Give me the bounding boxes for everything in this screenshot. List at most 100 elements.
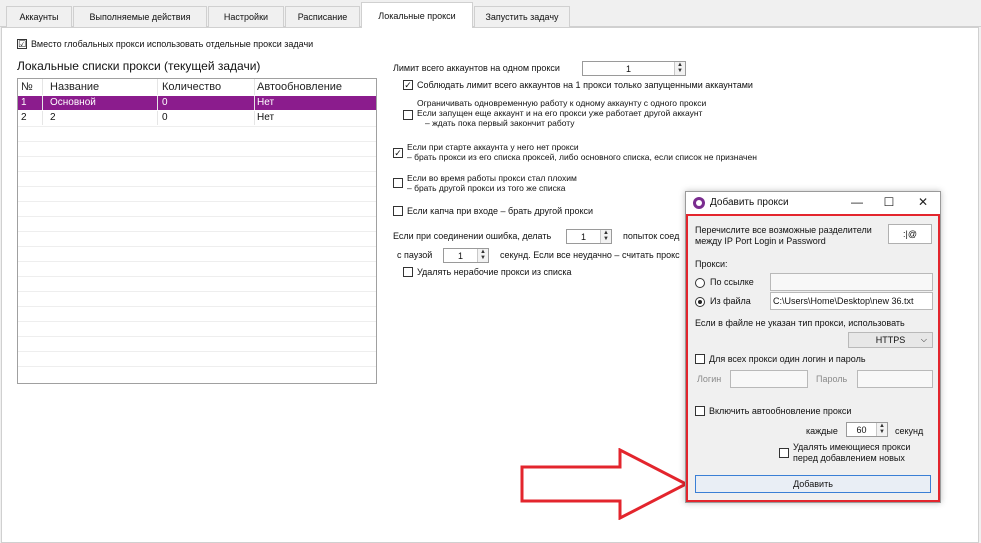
pause-value[interactable]: 1 xyxy=(444,251,477,261)
no-proxy-label: Если при старте аккаунта у него нет прок… xyxy=(407,142,757,162)
tab-accounts[interactable]: Аккаунты xyxy=(6,6,72,27)
grid-line xyxy=(18,141,376,142)
add-proxy-dialog: Добавить прокси — ☐ ✕ Перечислите все во… xyxy=(685,191,941,503)
captcha-checkbox[interactable] xyxy=(393,206,403,216)
interval-value[interactable]: 60 xyxy=(847,425,876,435)
proxy-type-label: Если в файле не указан тип прокси, испол… xyxy=(695,318,905,328)
password-input[interactable] xyxy=(857,370,933,388)
grid-line xyxy=(18,201,376,202)
cell-count: 0 xyxy=(159,96,255,110)
tab-actions[interactable]: Выполняемые действия xyxy=(73,6,207,27)
arrow-annotation-icon xyxy=(520,448,690,520)
list-title: Локальные списки прокси (текущей задачи) xyxy=(17,59,261,73)
grid-line xyxy=(18,306,376,307)
cell-name: Основной xyxy=(47,96,158,110)
proxy-type-value: HTTPS xyxy=(875,335,906,345)
restrict-line-2: Если запущен еще аккаунт и на его прокси… xyxy=(417,108,703,118)
minimize-icon[interactable]: — xyxy=(846,195,868,209)
proxies-label: Прокси: xyxy=(695,259,728,269)
bad-proxy-label: Если во время работы прокси стал плохим … xyxy=(407,173,577,193)
delete-existing-label: Удалять имеющиеся прокси перед добавлени… xyxy=(793,442,910,464)
bad-proxy-line-1: Если во время работы прокси стал плохим xyxy=(407,173,577,183)
col-header-autoupdate[interactable]: Автообновление xyxy=(254,79,376,95)
separators-input[interactable]: :|@ xyxy=(888,224,932,244)
col-header-name[interactable]: Название xyxy=(47,79,158,95)
pause-label: с паузой xyxy=(397,250,433,260)
respect-limit-label: Соблюдать лимит всего аккаунтов на 1 про… xyxy=(417,80,753,90)
table-row[interactable]: 2 2 0 Нет xyxy=(18,111,376,125)
delete-existing-line-2: перед добавлением новых xyxy=(793,453,905,463)
tab-settings[interactable]: Настройки xyxy=(208,6,284,27)
by-link-label: По ссылке xyxy=(710,277,754,287)
restrict-label: Ограничивать одновременную работу к одно… xyxy=(417,98,706,128)
delete-existing-checkbox[interactable] xyxy=(779,448,789,458)
by-link-radio[interactable] xyxy=(695,278,705,288)
restrict-checkbox[interactable] xyxy=(403,110,413,120)
file-path-input[interactable]: C:\Users\Home\Desktop\new 36.txt xyxy=(770,292,933,310)
limit-value[interactable]: 1 xyxy=(583,64,674,74)
captcha-label: Если капча при входе – брать другой прок… xyxy=(407,206,594,216)
proxy-type-select[interactable]: HTTPS ⌵ xyxy=(848,332,933,348)
interval-spinner[interactable]: 60 ▲ ▼ xyxy=(846,422,888,437)
respect-limit-checkbox[interactable]: ✓ xyxy=(403,80,413,90)
pause-spinner[interactable]: 1 ▲ ▼ xyxy=(443,248,489,263)
same-login-checkbox[interactable] xyxy=(695,354,705,364)
password-label: Пароль xyxy=(816,374,848,384)
proxy-lists-table[interactable]: № Название Количество Автообновление 1 О… xyxy=(17,78,377,384)
conn-error-label: Если при соединении ошибка, делать xyxy=(393,231,552,241)
link-input[interactable] xyxy=(770,273,933,291)
dialog-body: Перечислите все возможные разделители ме… xyxy=(686,214,940,502)
spin-arrows-icon[interactable]: ▲ ▼ xyxy=(477,249,488,262)
from-file-radio[interactable] xyxy=(695,297,705,307)
cell-autoupdate: Нет xyxy=(257,112,275,123)
tab-schedule[interactable]: Расписание xyxy=(285,6,360,27)
tab-run-task[interactable]: Запустить задачу xyxy=(474,6,570,27)
app-logo-icon xyxy=(693,197,705,209)
login-label: Логин xyxy=(697,374,722,384)
bad-proxy-line-2: – брать другой прокси из того же списка xyxy=(407,183,566,193)
conn-error-spinner[interactable]: 1 ▲ ▼ xyxy=(566,229,612,244)
add-button[interactable]: Добавить xyxy=(695,475,931,493)
use-task-proxies-checkbox[interactable]: ☑ xyxy=(17,39,27,49)
col-header-count[interactable]: Количество xyxy=(159,79,255,95)
conn-error-suffix: попыток соед xyxy=(623,231,680,241)
spin-arrows-icon[interactable]: ▲ ▼ xyxy=(600,230,611,243)
cell-autoupdate: Нет xyxy=(257,97,275,108)
delete-existing-line-1: Удалять имеющиеся прокси xyxy=(793,442,911,452)
grid-line xyxy=(18,336,376,337)
grid-line xyxy=(18,261,376,262)
col-header-number[interactable]: № xyxy=(18,79,43,95)
grid-line xyxy=(18,366,376,367)
maximize-icon[interactable]: ☐ xyxy=(878,195,900,209)
conn-error-value[interactable]: 1 xyxy=(567,232,600,242)
grid-line xyxy=(18,276,376,277)
auto-update-checkbox[interactable] xyxy=(695,406,705,416)
limit-spinner[interactable]: 1 ▲ ▼ xyxy=(582,61,686,76)
grid-line xyxy=(18,126,376,127)
tab-local-proxies[interactable]: Локальные прокси xyxy=(361,2,473,28)
delete-bad-label: Удалять нерабочие прокси из списка xyxy=(417,267,572,277)
restrict-line-1: Ограничивать одновременную работу к одно… xyxy=(417,98,707,108)
spin-arrows-icon[interactable]: ▲ ▼ xyxy=(674,62,685,75)
no-proxy-checkbox[interactable]: ✓ xyxy=(393,148,403,158)
table-row[interactable]: 1 Основной 0 Нет xyxy=(18,96,376,110)
login-input[interactable] xyxy=(730,370,808,388)
spin-arrows-icon[interactable]: ▲ ▼ xyxy=(876,423,887,436)
pause-suffix: секунд. Если все неудачно – считать прок… xyxy=(500,250,680,260)
grid-line xyxy=(18,156,376,157)
restrict-line-3: – ждать пока первый закончит работу xyxy=(425,118,575,128)
grid-line xyxy=(18,216,376,217)
grid-line xyxy=(18,231,376,232)
grid-line xyxy=(18,351,376,352)
separators-line-2: между IP Port Login и Password xyxy=(695,236,826,246)
grid-line xyxy=(18,171,376,172)
no-proxy-line-2: – брать прокси из его списка проксей, ли… xyxy=(407,152,757,162)
bad-proxy-checkbox[interactable] xyxy=(393,178,403,188)
dialog-titlebar[interactable]: Добавить прокси — ☐ ✕ xyxy=(686,192,940,214)
grid-line xyxy=(18,186,376,187)
close-icon[interactable]: ✕ xyxy=(912,195,934,209)
grid-line xyxy=(18,246,376,247)
tab-bar: Аккаунты Выполняемые действия Настройки … xyxy=(0,0,981,28)
chevron-down-icon: ⌵ xyxy=(920,335,927,344)
delete-bad-checkbox[interactable] xyxy=(403,267,413,277)
